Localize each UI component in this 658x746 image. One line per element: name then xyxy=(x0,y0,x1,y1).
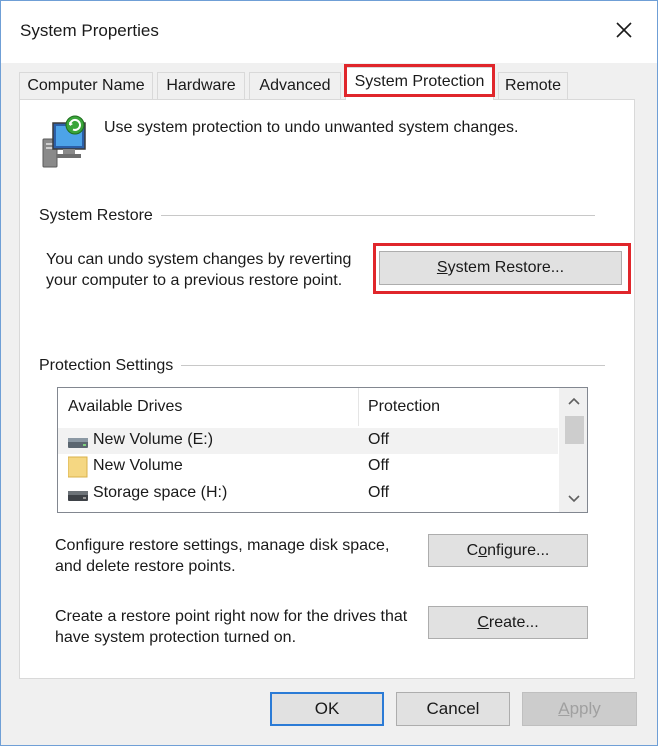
button-label: ystem Restore... xyxy=(447,259,565,276)
description-line: Configure restore settings, manage disk … xyxy=(55,537,390,554)
button-mnemonic: S xyxy=(436,259,448,276)
protection-settings-group-label: Protection Settings xyxy=(39,357,182,375)
button-label: nfigure... xyxy=(487,541,550,559)
tab-computer-name[interactable]: Computer Name xyxy=(19,72,153,100)
create-button[interactable]: Create... xyxy=(428,606,588,639)
drive-name: New Volume (E:) xyxy=(93,431,214,448)
drive-row[interactable]: Storage space (H:) Off xyxy=(58,481,558,507)
tab-system-protection[interactable]: System Protection xyxy=(345,67,494,100)
system-restore-group-label: System Restore xyxy=(39,207,161,225)
close-button[interactable] xyxy=(609,15,639,45)
button-label: pply xyxy=(569,699,601,718)
system-restore-button[interactable]: System Restore... xyxy=(379,251,622,285)
intro-text: Use system protection to undo unwanted s… xyxy=(104,119,519,136)
tab-hardware[interactable]: Hardware xyxy=(157,72,245,100)
button-mnemonic: A xyxy=(558,699,570,718)
description-line: and delete restore points. xyxy=(55,558,236,575)
drive-protection: Off xyxy=(368,431,390,448)
column-protection[interactable]: Protection xyxy=(368,398,440,416)
drive-icon xyxy=(68,489,88,507)
button-label: reate... xyxy=(488,613,539,631)
list-scrollbar[interactable] xyxy=(559,388,587,512)
drive-icon xyxy=(68,436,88,454)
description-line: your computer to a previous restore poin… xyxy=(46,272,343,289)
tab-remote[interactable]: Remote xyxy=(498,72,568,100)
tab-label: System Protection xyxy=(354,73,485,90)
cancel-button[interactable]: Cancel xyxy=(396,692,510,726)
scroll-down-button[interactable] xyxy=(560,488,588,510)
chevron-up-icon xyxy=(568,397,580,405)
drive-name: New Volume xyxy=(93,457,183,474)
close-icon xyxy=(616,22,632,38)
system-protection-computer-icon xyxy=(39,113,91,169)
apply-button[interactable]: Apply xyxy=(522,692,637,726)
ok-button[interactable]: OK xyxy=(270,692,384,726)
tab-label: Remote xyxy=(504,77,562,94)
system-properties-window: System Properties Computer Name Hardware… xyxy=(0,0,658,746)
tab-label: Advanced xyxy=(259,77,331,94)
drive-name: Storage space (H:) xyxy=(93,484,228,501)
configure-button[interactable]: Configure... xyxy=(428,534,588,567)
folder-icon xyxy=(67,456,88,483)
drive-row[interactable]: New Volume Off xyxy=(58,454,558,480)
scroll-thumb[interactable] xyxy=(565,416,584,444)
available-drives-list[interactable]: Available Drives Protection New Volume (… xyxy=(57,387,588,513)
scroll-up-button[interactable] xyxy=(560,390,588,412)
drive-protection: Off xyxy=(368,484,390,501)
tab-advanced[interactable]: Advanced xyxy=(249,72,341,100)
chevron-down-icon xyxy=(568,495,580,503)
description-line: Create a restore point right now for the… xyxy=(55,608,408,625)
button-label: C xyxy=(466,541,479,559)
title-bar[interactable]: System Properties xyxy=(1,1,657,63)
tab-label: Computer Name xyxy=(27,77,145,94)
list-header: Available Drives Protection xyxy=(58,388,558,426)
column-divider[interactable] xyxy=(358,388,359,426)
column-available-drives[interactable]: Available Drives xyxy=(68,398,182,416)
button-mnemonic: o xyxy=(478,541,488,559)
drive-row[interactable]: New Volume (E:) Off xyxy=(58,428,558,454)
button-mnemonic: C xyxy=(477,613,489,631)
description-line: have system protection turned on. xyxy=(55,629,297,646)
tab-label: Hardware xyxy=(166,77,236,94)
create-description: Create a restore point right now for the… xyxy=(55,606,407,648)
configure-description: Configure restore settings, manage disk … xyxy=(55,535,389,577)
system-restore-description: You can undo system changes by reverting… xyxy=(46,249,351,291)
drive-protection: Off xyxy=(368,457,390,474)
window-title: System Properties xyxy=(20,21,159,40)
description-line: You can undo system changes by reverting xyxy=(46,251,352,268)
